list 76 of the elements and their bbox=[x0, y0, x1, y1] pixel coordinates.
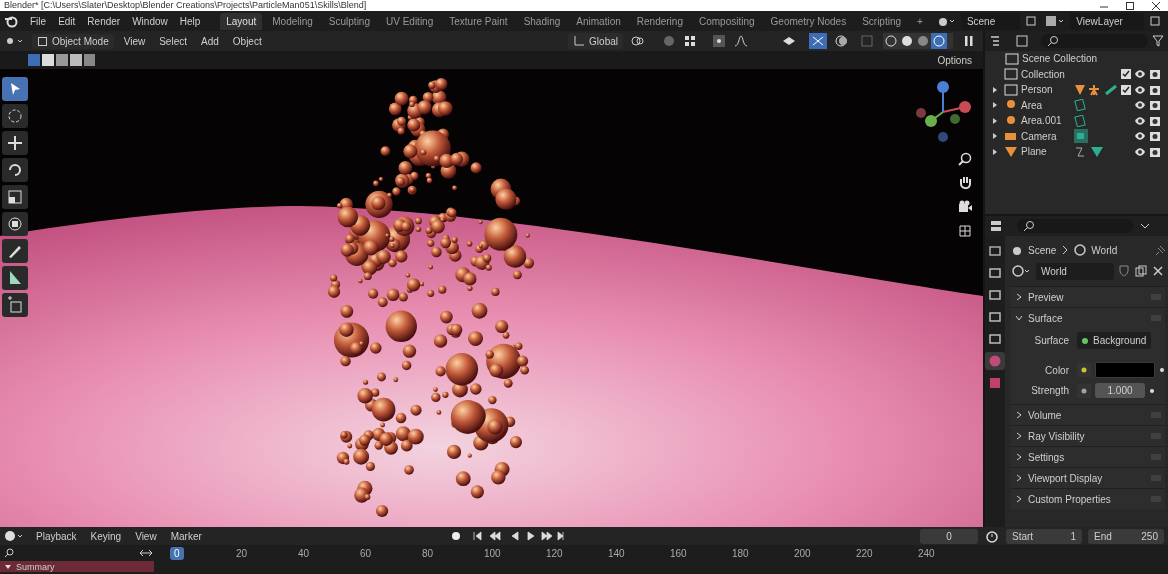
frame-number: 40 bbox=[297, 546, 311, 560]
frame-number: 160 bbox=[669, 546, 688, 560]
scene-collection-label[interactable]: Scene Collection bbox=[1022, 53, 1098, 65]
panel-header[interactable]: Preview bbox=[1011, 286, 1165, 307]
end-frame-field[interactable]: End 250 bbox=[1088, 528, 1164, 544]
current-frame-field[interactable]: 0 bbox=[920, 528, 978, 544]
frame-number: 120 bbox=[545, 546, 564, 560]
viewport-menu-item[interactable]: Object bbox=[228, 35, 266, 47]
workspace-tab[interactable]: Layout bbox=[220, 12, 263, 30]
workspace-tab[interactable]: Texture Paint bbox=[443, 12, 514, 30]
view-layer-field[interactable]: ViewLayer bbox=[1070, 12, 1144, 30]
object-mode-dropdown[interactable]: Object Mode bbox=[32, 33, 114, 49]
frame-number: 140 bbox=[607, 546, 626, 560]
scene-field[interactable]: Scene bbox=[960, 12, 1021, 30]
timeline-menu-item[interactable]: Marker bbox=[166, 530, 206, 542]
frame-number: 240 bbox=[917, 546, 936, 560]
panel-header[interactable]: Viewport Display bbox=[1011, 467, 1165, 488]
strength-field[interactable]: 1.000 bbox=[1095, 383, 1145, 398]
breadcrumb-item: Scene bbox=[1028, 244, 1057, 256]
panel-header[interactable]: Volume bbox=[1011, 404, 1165, 425]
workspace-tab[interactable]: Geometry Nodes bbox=[764, 12, 853, 30]
workspace-tab[interactable]: Compositing bbox=[692, 12, 761, 30]
options-dropdown[interactable]: Options bbox=[932, 52, 977, 68]
workspace-tab[interactable]: UV Editing bbox=[380, 12, 440, 30]
viewport-menu-item[interactable]: Add bbox=[197, 35, 223, 47]
frame-number: 100 bbox=[483, 546, 502, 560]
panel-header[interactable]: Surface bbox=[1011, 307, 1165, 328]
start-frame-field[interactable]: Start 1 bbox=[1006, 528, 1082, 544]
timeline-menu-item[interactable]: Playback bbox=[32, 530, 81, 542]
workspace-tab[interactable]: Scripting bbox=[856, 12, 908, 30]
menu-item[interactable]: File bbox=[26, 15, 51, 27]
menu-item[interactable]: Render bbox=[83, 15, 125, 27]
outliner-row[interactable]: Plane bbox=[985, 144, 1168, 160]
outliner-row[interactable]: Person bbox=[985, 82, 1168, 98]
add-workspace-button[interactable]: + bbox=[911, 12, 929, 30]
outliner-row[interactable]: Area bbox=[985, 97, 1168, 113]
frame-number: 20 bbox=[235, 546, 249, 560]
outliner-row[interactable]: Area.001 bbox=[985, 113, 1168, 129]
outliner-row[interactable]: Collection bbox=[985, 66, 1168, 82]
field-label: Surface bbox=[1033, 335, 1070, 346]
timeline-menu-item[interactable]: View bbox=[131, 530, 161, 542]
world-name-field[interactable]: World bbox=[1036, 262, 1114, 280]
frame-number: 220 bbox=[855, 546, 874, 560]
breadcrumb-item: World bbox=[1091, 244, 1118, 256]
workspace-tab[interactable]: Modeling bbox=[266, 12, 319, 30]
frame-number: 180 bbox=[731, 546, 750, 560]
orientation-dropdown[interactable]: Global bbox=[568, 33, 623, 49]
panel-header[interactable]: Custom Properties bbox=[1011, 488, 1165, 509]
frame-number[interactable]: 0 bbox=[170, 546, 184, 560]
panel-header[interactable]: Ray Visibility bbox=[1011, 425, 1165, 446]
viewport-menu-item[interactable]: View bbox=[119, 35, 150, 47]
menu-item[interactable]: Window bbox=[128, 15, 172, 27]
frame-number: 200 bbox=[793, 546, 812, 560]
summary-channel[interactable]: Summary bbox=[0, 561, 154, 572]
object-name: Area bbox=[1021, 99, 1044, 111]
menu-item[interactable]: Help bbox=[175, 15, 205, 27]
object-name: Camera bbox=[1021, 130, 1058, 142]
object-name: Area.001 bbox=[1021, 115, 1063, 127]
surface-shader-field[interactable]: Background bbox=[1077, 332, 1152, 349]
menu-item[interactable]: Edit bbox=[54, 15, 80, 27]
object-name: Collection bbox=[1021, 68, 1066, 80]
frame-number: 80 bbox=[421, 546, 435, 560]
workspace-tab[interactable]: Animation bbox=[570, 12, 627, 30]
frame-number: 60 bbox=[359, 546, 373, 560]
timeline-menu-item[interactable]: Keying bbox=[86, 530, 126, 542]
workspace-tab[interactable]: Shading bbox=[517, 12, 567, 30]
viewport-menu-item[interactable]: Select bbox=[155, 35, 191, 47]
object-name: Plane bbox=[1021, 146, 1048, 158]
workspace-tab[interactable]: Rendering bbox=[630, 12, 689, 30]
object-name: Person bbox=[1021, 84, 1054, 96]
outliner-row[interactable]: Camera bbox=[985, 128, 1168, 144]
field-label: Color bbox=[1044, 364, 1070, 376]
panel-header[interactable]: Settings bbox=[1011, 446, 1165, 467]
field-label: Strength bbox=[1030, 385, 1070, 396]
workspace-tab[interactable]: Sculpting bbox=[322, 12, 376, 30]
window-title: Blender* [C:\Users\Slater\Desktop\Blender Creations\Projects\ParticleMan051\Skills\Blend] bbox=[4, 0, 367, 11]
